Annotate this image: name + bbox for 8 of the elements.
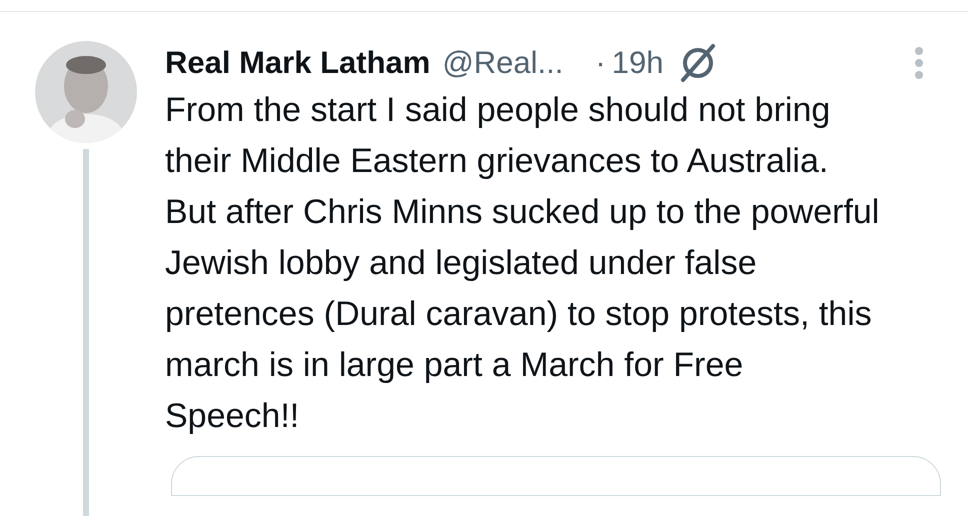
tweet-text: From the start I said people should not bring their Middle Eastern grievances to Australia. — [165, 90, 832, 182]
author-name[interactable]: Real Mark Latham — [165, 40, 430, 86]
handle[interactable]: @Real... — [442, 40, 564, 86]
more-options-icon[interactable] — [914, 46, 924, 80]
separator: · — [595, 44, 606, 82]
card-preview[interactable] — [171, 456, 941, 496]
timestamp[interactable]: 19h — [612, 40, 664, 86]
tweet-text: But after Chris Minns sucked up to the powerful Jewish lobby and legislated under false pretences (Dural caravan) to stop protests, this march is in large part a March for Free Speech!! — [165, 192, 880, 437]
